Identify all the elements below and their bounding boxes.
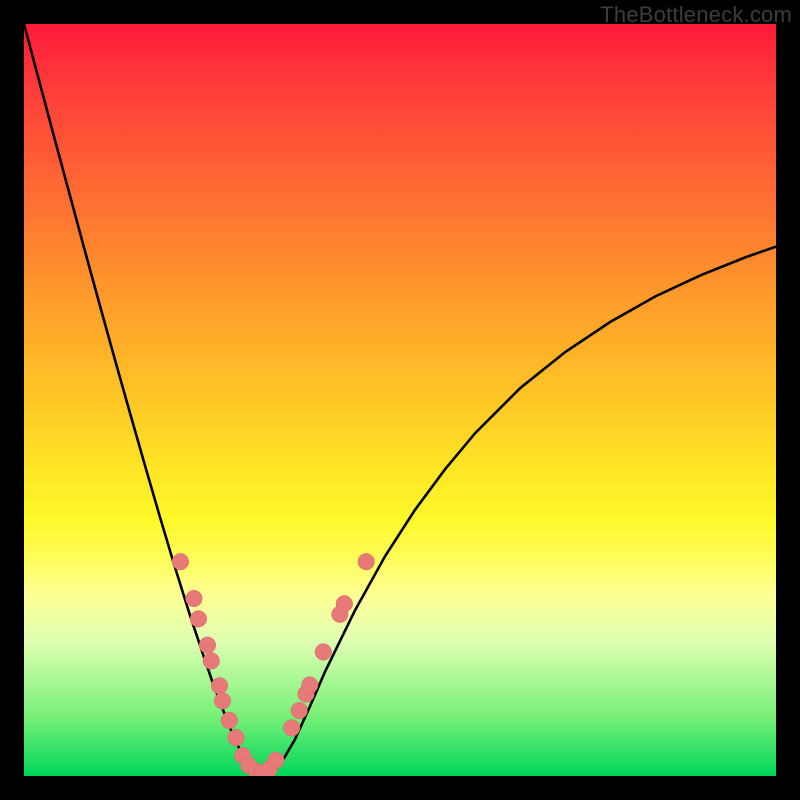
data-point: [291, 702, 308, 719]
data-point: [221, 712, 238, 729]
data-point: [228, 729, 245, 746]
data-point: [283, 720, 300, 737]
data-point: [211, 677, 228, 694]
data-point: [336, 596, 353, 613]
watermark-text: TheBottleneck.com: [600, 2, 792, 28]
data-point: [203, 653, 220, 670]
data-point: [190, 611, 207, 628]
chart-plot-area: [24, 24, 776, 776]
data-point-markers: [172, 553, 374, 776]
chart-frame: TheBottleneck.com: [0, 0, 800, 800]
bottleneck-curve: [24, 24, 776, 776]
chart-svg: [24, 24, 776, 776]
data-point: [199, 637, 216, 654]
data-point: [186, 590, 203, 607]
data-point: [301, 677, 318, 694]
data-point: [268, 752, 285, 769]
data-point: [172, 553, 189, 570]
data-point: [315, 644, 332, 661]
data-point: [358, 553, 375, 570]
data-point: [214, 693, 231, 710]
